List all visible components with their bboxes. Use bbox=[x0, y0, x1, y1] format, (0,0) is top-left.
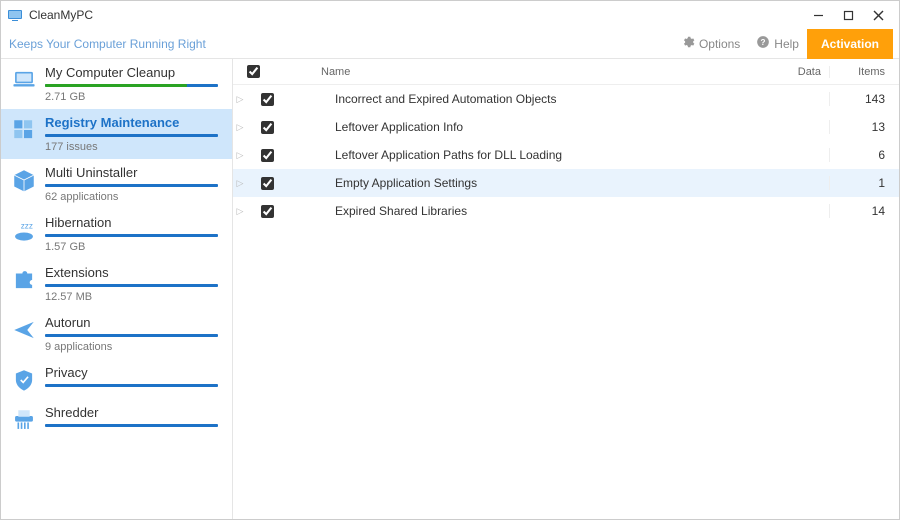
table-row[interactable]: ▷ Empty Application Settings 1 bbox=[233, 169, 899, 197]
content: Name Data Items ▷ Incorrect and Expired A… bbox=[233, 59, 899, 519]
row-items: 13 bbox=[829, 120, 899, 134]
header-row: Keeps Your Computer Running Right Option… bbox=[1, 29, 899, 59]
sidebar-item-privacy[interactable]: Privacy bbox=[1, 359, 232, 399]
sidebar-item-title: Privacy bbox=[45, 365, 218, 380]
tagline: Keeps Your Computer Running Right bbox=[9, 37, 206, 51]
row-name: Incorrect and Expired Automation Objects bbox=[287, 92, 759, 106]
sidebar-item-title: Extensions bbox=[45, 265, 218, 280]
help-button[interactable]: ? Help bbox=[748, 29, 807, 59]
sidebar-item-sub: 2.71 GB bbox=[45, 91, 218, 103]
row-name: Empty Application Settings bbox=[287, 176, 759, 190]
sidebar-item-title: Multi Uninstaller bbox=[45, 165, 218, 180]
expand-triangle-icon[interactable]: ▷ bbox=[233, 122, 247, 133]
options-label: Options bbox=[699, 37, 740, 51]
svg-text:?: ? bbox=[761, 38, 766, 47]
titlebar: CleanMyPC bbox=[1, 1, 899, 29]
sidebar-item-bar bbox=[45, 234, 218, 237]
table-row[interactable]: ▷ Leftover Application Info 13 bbox=[233, 113, 899, 141]
laptop-icon bbox=[11, 67, 37, 93]
row-checkbox[interactable] bbox=[247, 149, 287, 162]
column-items[interactable]: Items bbox=[829, 66, 899, 78]
expand-triangle-icon[interactable]: ▷ bbox=[233, 150, 247, 161]
row-items: 143 bbox=[829, 92, 899, 106]
sidebar-item-bar bbox=[45, 134, 218, 137]
table-row[interactable]: ▷ Incorrect and Expired Automation Object… bbox=[233, 85, 899, 113]
app-title: CleanMyPC bbox=[29, 8, 93, 22]
gear-icon bbox=[681, 35, 695, 52]
box-icon bbox=[11, 167, 37, 193]
sidebar-item-title: Hibernation bbox=[45, 215, 218, 230]
sidebar-item-shredder[interactable]: Shredder bbox=[1, 399, 232, 439]
column-data[interactable]: Data bbox=[759, 66, 829, 78]
table-row[interactable]: ▷ Leftover Application Paths for DLL Load… bbox=[233, 141, 899, 169]
sidebar-item-bar bbox=[45, 334, 218, 337]
shield-icon bbox=[11, 367, 37, 393]
expand-triangle-icon[interactable]: ▷ bbox=[233, 178, 247, 189]
help-label: Help bbox=[774, 37, 799, 51]
sidebar-item-hibernation[interactable]: zzz Hibernation 1.57 GB bbox=[1, 209, 232, 259]
sidebar-item-bar bbox=[45, 284, 218, 287]
list-header: Name Data Items bbox=[233, 59, 899, 85]
table-row[interactable]: ▷ Expired Shared Libraries 14 bbox=[233, 197, 899, 225]
sleep-icon: zzz bbox=[11, 217, 37, 243]
sidebar-item-registry-maintenance[interactable]: Registry Maintenance 177 issues bbox=[1, 109, 232, 159]
sidebar-item-bar bbox=[45, 84, 218, 87]
minimize-button[interactable] bbox=[803, 3, 833, 27]
sidebar-item-sub: 12.57 MB bbox=[45, 291, 218, 303]
sidebar: My Computer Cleanup 2.71 GB Registry Maint… bbox=[1, 59, 233, 519]
row-checkbox[interactable] bbox=[247, 205, 287, 218]
main: My Computer Cleanup 2.71 GB Registry Maint… bbox=[1, 59, 899, 519]
help-icon: ? bbox=[756, 35, 770, 52]
options-button[interactable]: Options bbox=[673, 29, 748, 59]
row-items: 14 bbox=[829, 204, 899, 218]
sidebar-item-extensions[interactable]: Extensions 12.57 MB bbox=[1, 259, 232, 309]
shredder-icon bbox=[11, 407, 37, 433]
app-icon bbox=[7, 7, 23, 23]
sidebar-item-title: My Computer Cleanup bbox=[45, 65, 218, 80]
row-name: Leftover Application Paths for DLL Loadi… bbox=[287, 148, 759, 162]
sidebar-item-bar bbox=[45, 184, 218, 187]
sidebar-item-title: Shredder bbox=[45, 405, 218, 420]
list-body: ▷ Incorrect and Expired Automation Object… bbox=[233, 85, 899, 225]
row-items: 1 bbox=[829, 176, 899, 190]
header-checkbox[interactable] bbox=[233, 65, 273, 78]
plane-icon bbox=[11, 317, 37, 343]
sidebar-item-sub: 177 issues bbox=[45, 141, 218, 153]
maximize-button[interactable] bbox=[833, 3, 863, 27]
close-button[interactable] bbox=[863, 3, 893, 27]
sidebar-item-my-computer-cleanup[interactable]: My Computer Cleanup 2.71 GB bbox=[1, 59, 232, 109]
puzzle-icon bbox=[11, 267, 37, 293]
sidebar-item-title: Autorun bbox=[45, 315, 218, 330]
expand-triangle-icon[interactable]: ▷ bbox=[233, 94, 247, 105]
row-name: Leftover Application Info bbox=[287, 120, 759, 134]
activation-button[interactable]: Activation bbox=[807, 29, 893, 59]
row-items: 6 bbox=[829, 148, 899, 162]
sidebar-item-title: Registry Maintenance bbox=[45, 115, 218, 130]
sidebar-item-autorun[interactable]: Autorun 9 applications bbox=[1, 309, 232, 359]
sidebar-item-multi-uninstaller[interactable]: Multi Uninstaller 62 applications bbox=[1, 159, 232, 209]
column-name[interactable]: Name bbox=[273, 66, 759, 78]
row-name: Expired Shared Libraries bbox=[287, 204, 759, 218]
row-checkbox[interactable] bbox=[247, 121, 287, 134]
row-checkbox[interactable] bbox=[247, 93, 287, 106]
activation-label: Activation bbox=[821, 37, 879, 51]
sidebar-item-sub: 62 applications bbox=[45, 191, 218, 203]
expand-triangle-icon[interactable]: ▷ bbox=[233, 206, 247, 217]
sidebar-item-sub: 9 applications bbox=[45, 341, 218, 353]
svg-text:zzz: zzz bbox=[21, 221, 33, 230]
sidebar-item-sub: 1.57 GB bbox=[45, 241, 218, 253]
cubes-icon bbox=[11, 117, 37, 143]
row-checkbox[interactable] bbox=[247, 177, 287, 190]
sidebar-item-bar bbox=[45, 384, 218, 387]
sidebar-item-bar bbox=[45, 424, 218, 427]
